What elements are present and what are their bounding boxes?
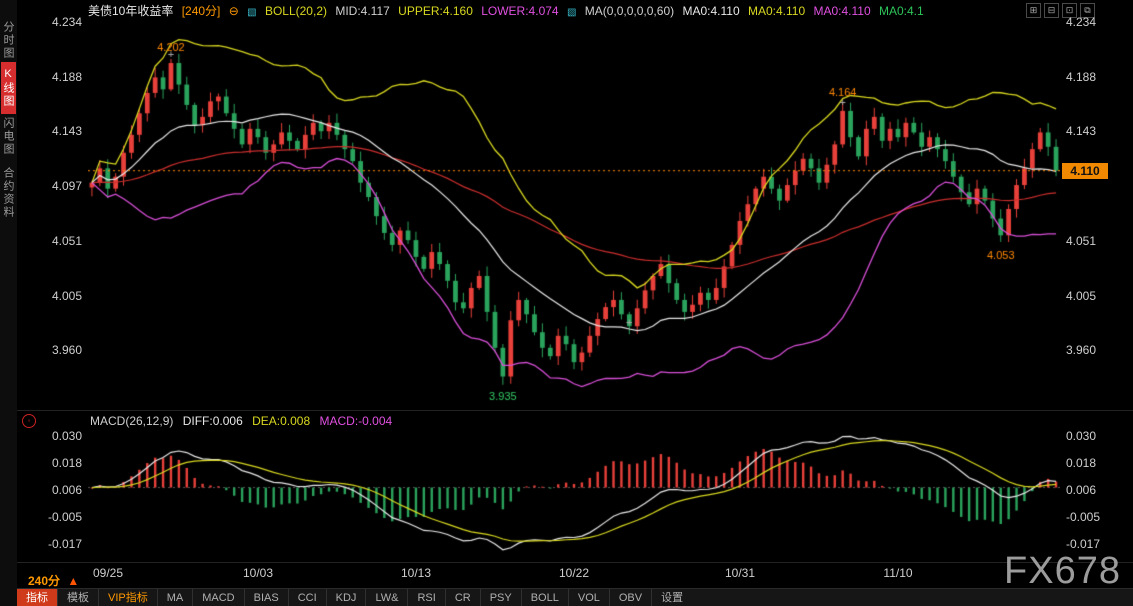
toolbar-tab-RSI[interactable]: RSI [407, 589, 444, 606]
toolbar-tab-OBV[interactable]: OBV [609, 589, 651, 606]
toolbar-tab-VOL[interactable]: VOL [568, 589, 609, 606]
toolbar-tab-指标[interactable]: 指标 [17, 589, 57, 606]
x-axis-date-label: 10/31 [725, 566, 755, 580]
price-axis-left-label: 4.051 [20, 234, 82, 248]
footer-interval[interactable]: 240分 ▲ [28, 572, 79, 589]
x-axis-date-label: 09/25 [93, 566, 123, 580]
macd-dea-value: DEA:0.008 [252, 414, 310, 428]
indicator-toolbar: 指标模板VIP指标MAMACDBIASCCIKDJLW&RSICRPSYBOLL… [17, 588, 1133, 606]
macd-diff-value: DIFF:0.006 [183, 414, 243, 428]
panel-divider-bottom [17, 562, 1133, 563]
toolbar-tab-CR[interactable]: CR [445, 589, 480, 606]
left-sidebar: 分时图 K线图 闪电图 合约资料 [0, 0, 17, 606]
toolbar-tab-PSY[interactable]: PSY [480, 589, 521, 606]
sidebar-item-contract-info[interactable]: 合约资料 [1, 160, 16, 226]
toolbar-tab-MACD[interactable]: MACD [192, 589, 243, 606]
price-axis-right-label: 3.960 [1066, 343, 1126, 357]
toolbar-tab-设置[interactable]: 设置 [651, 589, 692, 606]
macd-axis-left-label: 0.018 [20, 456, 82, 470]
price-axis-left-label: 4.143 [20, 124, 82, 138]
macd-axis-right-label: -0.005 [1066, 510, 1126, 524]
price-axis-left-label: 4.188 [20, 70, 82, 84]
panel-divider-top [17, 410, 1133, 411]
price-axis-left-label: 4.005 [20, 289, 82, 303]
price-axis-left-label: 3.960 [20, 343, 82, 357]
toolbar-tab-BIAS[interactable]: BIAS [244, 589, 288, 606]
x-axis-date-label: 10/03 [243, 566, 273, 580]
macd-axis-right-label: 0.018 [1066, 456, 1126, 470]
macd-axis-left-label: -0.005 [20, 510, 82, 524]
price-axis-right-label: 4.188 [1066, 70, 1126, 84]
price-axis-left-label: 4.234 [20, 15, 82, 29]
macd-chart-canvas[interactable] [88, 428, 1060, 560]
macd-params-label: MACD(26,12,9) [90, 414, 173, 428]
price-axis-right-label: 4.234 [1066, 15, 1126, 29]
toolbar-tab-VIP指标[interactable]: VIP指标 [98, 589, 157, 606]
toolbar-tab-模板[interactable]: 模板 [57, 589, 98, 606]
macd-axis-left-label: 0.006 [20, 483, 82, 497]
app-root: 分时图 K线图 闪电图 合约资料 美债10年收益率 [240分] ⊖ ▧ BOL… [0, 0, 1133, 606]
x-axis-date-label: 10/13 [401, 566, 431, 580]
price-axis-right-label: 4.051 [1066, 234, 1126, 248]
toolbar-tab-CCI[interactable]: CCI [288, 589, 326, 606]
macd-axis-left-label: 0.030 [20, 429, 82, 443]
macd-axis-right-label: 0.030 [1066, 429, 1126, 443]
toolbar-tab-BOLL[interactable]: BOLL [521, 589, 568, 606]
watermark: FX678 [1004, 550, 1121, 593]
macd-header: MACD(26,12,9) DIFF:0.006 DEA:0.008 MACD:… [90, 414, 398, 428]
sidebar-item-flash-chart[interactable]: 闪电图 [1, 110, 16, 162]
macd-panel-icon[interactable]: ◦ [22, 414, 36, 428]
sidebar-item-kline-chart[interactable]: K线图 [1, 62, 16, 114]
main-price-chart-canvas[interactable] [88, 8, 1060, 410]
last-price-tag: 4.110 [1062, 163, 1108, 179]
toolbar-tab-LW&[interactable]: LW& [365, 589, 407, 606]
footer-interval-label: 240分 [28, 574, 60, 588]
sidebar-item-timeline-chart[interactable]: 分时图 [1, 14, 16, 66]
price-axis-left-label: 4.097 [20, 179, 82, 193]
macd-axis-left-label: -0.017 [20, 537, 82, 551]
macd-macd-value: MACD:-0.004 [319, 414, 392, 428]
toolbar-tab-KDJ[interactable]: KDJ [326, 589, 366, 606]
price-axis-right-label: 4.005 [1066, 289, 1126, 303]
interval-up-arrow-icon: ▲ [67, 574, 79, 588]
x-axis-date-label: 10/22 [559, 566, 589, 580]
macd-axis-right-label: -0.017 [1066, 537, 1126, 551]
macd-axis-right-label: 0.006 [1066, 483, 1126, 497]
toolbar-tab-MA[interactable]: MA [157, 589, 193, 606]
price-axis-right-label: 4.143 [1066, 124, 1126, 138]
x-axis-date-label: 11/10 [883, 566, 912, 580]
